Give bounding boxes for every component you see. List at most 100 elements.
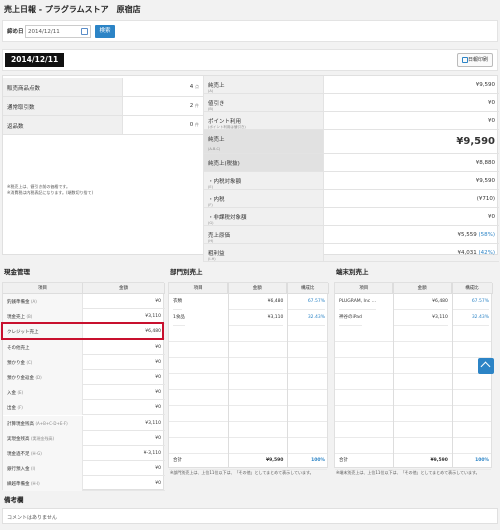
summary-right-label: 売上原価 (H) bbox=[204, 226, 324, 243]
cash-row-name: 現金過不足 bbox=[7, 452, 30, 457]
cash-header-amount: 金額 bbox=[83, 283, 165, 294]
cash-row-sub: (C) bbox=[26, 359, 33, 365]
cash-row-label: 釣銭準備金 (A) bbox=[3, 294, 83, 309]
summary-right-sublabel: (B) bbox=[208, 107, 214, 111]
summary-right-value: (¥710) bbox=[477, 196, 495, 202]
summary-right-row: 純売上 (A-B-C) ¥9,590 bbox=[203, 130, 499, 154]
summary-right-value: ¥9,590 bbox=[456, 136, 495, 147]
cash-row-value: ¥0 bbox=[155, 435, 161, 441]
remarks-title: 備考欄 bbox=[4, 496, 24, 504]
summary-right-label: 純売上(税抜) bbox=[204, 154, 324, 171]
cash-row: その他売上 ¥0 bbox=[3, 339, 165, 355]
empty-row bbox=[169, 326, 327, 342]
dept-note: ※部門別売上は、上位11位以下は、「その他」としてまとめて表示しています。 bbox=[170, 470, 314, 475]
cash-row-value: ¥0 bbox=[155, 299, 161, 304]
date-bar: 2014/12/11 日報印刷 bbox=[2, 49, 498, 71]
cash-row-label: その他売上 bbox=[3, 339, 83, 355]
cash-row-name: 現金売上 bbox=[7, 315, 25, 321]
summary-left-unit: 件 bbox=[195, 103, 199, 108]
summary-right-percent: (42%) bbox=[478, 250, 495, 256]
cash-row: 計算現金残高 (A+B+C-D+E-F) ¥3,110 bbox=[3, 415, 165, 431]
empty-row bbox=[169, 342, 327, 358]
summary-right-value: ¥0 bbox=[488, 100, 495, 106]
filter-bar: 締め日 2014/12/11 検索 bbox=[2, 20, 498, 42]
dept-header: 金額 bbox=[228, 283, 288, 294]
summary-right-label: ・内税 (F) bbox=[204, 190, 324, 207]
summary-right-value: ¥5,559 (58%) bbox=[457, 232, 495, 238]
terminal-row-percent: 67.57% bbox=[451, 294, 489, 310]
column-divider bbox=[228, 283, 230, 467]
summary-right-sublabel: (I-H) bbox=[208, 257, 216, 261]
summary-right-amount: ¥0 bbox=[488, 100, 495, 106]
empty-row bbox=[335, 358, 491, 374]
dept-total-label: 合計 bbox=[173, 458, 182, 463]
cash-row: 繰越準備金 (H-I) ¥0 bbox=[3, 476, 165, 492]
cash-row-label: 繰越準備金 (H-I) bbox=[3, 476, 83, 492]
terminal-row-amount: ¥3,110 bbox=[393, 310, 448, 326]
empty-row bbox=[169, 422, 327, 438]
summary-right-sublabel: (A-B-C) bbox=[208, 147, 221, 151]
cash-row-sub: (E) bbox=[17, 390, 24, 396]
cash-row-name: 出金 bbox=[7, 406, 16, 412]
closing-date-input[interactable]: 2014/12/11 bbox=[25, 25, 91, 38]
summary-right-percent: (58%) bbox=[478, 232, 495, 238]
summary-right-amount: ¥4,031 bbox=[457, 250, 477, 256]
scroll-to-top-button[interactable] bbox=[478, 358, 494, 374]
empty-row bbox=[169, 374, 327, 390]
terminal-row-percent: 32.43% bbox=[451, 310, 489, 326]
summary-left-value: 2 件 bbox=[190, 103, 199, 109]
terminal-total-amount: ¥9,590 bbox=[430, 458, 448, 463]
summary-right-label: 純売上 (A) bbox=[204, 76, 324, 93]
summary-right-value: ¥9,590 bbox=[476, 178, 495, 184]
cash-row-label: 預かり金 (C) bbox=[3, 354, 83, 370]
calendar-icon[interactable] bbox=[81, 28, 88, 35]
summary-note: ※税売上は、値引き前の価格です。 ※消費税は内税表記になります。(端数切り捨て) bbox=[7, 184, 94, 195]
summary-right-row: 純売上(税抜) ¥8,880 bbox=[203, 154, 499, 172]
report-date-badge: 2014/12/11 bbox=[5, 53, 65, 67]
summary-right-amount: (¥710) bbox=[476, 196, 495, 202]
summary-left-unit: 件 bbox=[195, 122, 199, 127]
empty-row bbox=[335, 342, 491, 358]
summary-left-number: 0 bbox=[189, 122, 194, 128]
closing-date-value: 2014/12/11 bbox=[28, 29, 60, 35]
summary-right-value: ¥4,031 (42%) bbox=[457, 250, 495, 256]
empty-row bbox=[169, 390, 327, 406]
empty-row bbox=[335, 374, 491, 390]
cash-row-sub: (H-G) bbox=[30, 451, 42, 456]
cash-row-name: その他売上 bbox=[7, 345, 30, 351]
cash-row-name: 釣銭準備金 bbox=[7, 300, 30, 305]
cash-row-sub: (A+B+C-D+E-F) bbox=[35, 420, 68, 426]
cash-row-value: ¥0 bbox=[155, 359, 161, 365]
summary-right-amount: ¥5,559 bbox=[457, 232, 477, 238]
summary-right-row: ・内税 (F) (¥710) bbox=[203, 190, 499, 208]
cash-table: 項目 金額 釣銭準備金 (A) ¥0 現金売上 (B) ¥3,110 クレジット売上 ¥… bbox=[2, 282, 165, 492]
cash-row-value: ¥0 bbox=[155, 466, 161, 472]
summary-right-row: 売上原価 (H) ¥5,559 (58%) bbox=[203, 226, 499, 244]
summary-left-value: 4 点 bbox=[190, 84, 199, 90]
empty-row bbox=[335, 390, 491, 406]
terminal-section-title: 端末別売上 bbox=[336, 268, 369, 276]
empty-row bbox=[335, 406, 491, 422]
cash-row-label: 銀行預入金 (I) bbox=[3, 461, 83, 477]
terminal-header: 金額 bbox=[393, 283, 452, 294]
column-divider bbox=[393, 283, 395, 467]
column-divider bbox=[451, 283, 453, 467]
search-button[interactable]: 検索 bbox=[95, 25, 115, 38]
summary-right-label: ・内税対象額 (E) bbox=[204, 172, 324, 189]
summary-right-sublabel: (E) bbox=[208, 185, 213, 189]
summary-right-label-text: ・非課税対象額 bbox=[208, 215, 247, 221]
cash-section-title: 現金管理 bbox=[4, 268, 30, 276]
cash-row-value: ¥3,110 bbox=[145, 420, 161, 426]
summary-right-sublabel: (H) bbox=[208, 239, 214, 243]
cash-row-label: 実現金残高 (実現金残高) bbox=[3, 430, 83, 446]
cash-row-name: 預かり金返金 bbox=[7, 376, 34, 381]
terminal-header: 構成比 bbox=[451, 283, 493, 294]
print-report-button[interactable]: 日報印刷 bbox=[457, 53, 493, 67]
remarks-box: コメントはありません bbox=[2, 508, 498, 524]
summary-right-sublabel: (G) bbox=[208, 221, 214, 225]
cash-row-value: ¥0 bbox=[155, 481, 161, 487]
cash-row: 釣銭準備金 (A) ¥0 bbox=[3, 294, 165, 309]
dept-table: 項目 金額 構成比 衣類 ¥6,480 67.57% 1食品 ¥3,110 32.43% 合計 ¥9… bbox=[168, 282, 329, 470]
cash-row-name: 預かり金 bbox=[7, 360, 25, 366]
summary-right-sublabel: (F) bbox=[208, 203, 213, 207]
